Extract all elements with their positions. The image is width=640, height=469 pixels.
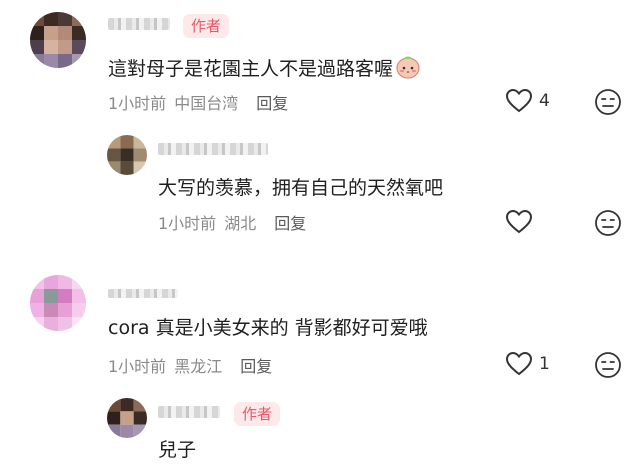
heart-outline-icon xyxy=(505,209,533,234)
comment-time: 1小时前 xyxy=(108,94,167,113)
dislike-button[interactable] xyxy=(594,209,622,241)
comment-text[interactable]: cora 真是小美女来的 背影都好可爱哦 xyxy=(108,315,428,341)
author-badge: 作者 xyxy=(234,402,281,426)
username-blurred[interactable] xyxy=(108,18,170,30)
avatar[interactable] xyxy=(107,398,147,438)
comment-location: 黑龙江 xyxy=(174,357,223,376)
comment-meta: 1小时前 中国台湾 回复 xyxy=(108,90,296,114)
blushing-face-emoji xyxy=(395,55,421,86)
comment-time: 1小时前 xyxy=(158,214,217,233)
comment-text[interactable]: 這對母子是花園主人不是過路客喔 xyxy=(108,55,421,86)
comment-meta: 1小时前 湖北 回复 xyxy=(158,210,314,234)
comment-text[interactable]: 大写的羡慕，拥有自己的天然氧吧 xyxy=(158,175,443,201)
comment-text[interactable]: 兒子 xyxy=(158,437,196,463)
username-blurred[interactable] xyxy=(108,289,178,298)
dislike-face-icon xyxy=(595,210,621,236)
comment-time: 1小时前 xyxy=(108,357,167,376)
like-count: 4 xyxy=(539,91,550,111)
heart-outline-icon xyxy=(505,351,533,376)
username-blurred[interactable] xyxy=(158,143,268,155)
avatar[interactable] xyxy=(107,135,147,175)
avatar[interactable] xyxy=(30,12,86,68)
reply-item: 作者 兒子 xyxy=(0,390,640,469)
avatar-mosaic xyxy=(107,398,147,438)
comment-item: 作者 這對母子是花園主人不是過路客喔 1小时前 中国台湾 回复 4 xyxy=(0,0,640,125)
comment-location: 中国台湾 xyxy=(174,94,239,113)
avatar-mosaic xyxy=(30,275,86,331)
author-badge: 作者 xyxy=(183,14,230,38)
dislike-face-icon xyxy=(595,89,621,115)
avatar-mosaic xyxy=(107,135,147,175)
like-count: 1 xyxy=(539,354,550,374)
reply-button[interactable]: 回复 xyxy=(240,357,272,376)
like-button[interactable]: 4 xyxy=(505,88,550,114)
reply-button[interactable]: 回复 xyxy=(274,214,306,233)
dislike-button[interactable] xyxy=(594,351,622,383)
dislike-face-icon xyxy=(595,352,621,378)
like-button[interactable]: 1 xyxy=(505,351,550,377)
comment-location: 湖北 xyxy=(224,214,257,233)
like-button[interactable] xyxy=(505,209,533,235)
avatar[interactable] xyxy=(30,275,86,331)
heart-outline-icon xyxy=(505,88,533,113)
comment-meta: 1小时前 黑龙江 回复 xyxy=(108,353,280,377)
avatar-mosaic xyxy=(30,12,86,68)
comment-item: cora 真是小美女来的 背影都好可爱哦 1小时前 黑龙江 回复 1 xyxy=(0,265,640,385)
comment-text-content: 這對母子是花園主人不是過路客喔 xyxy=(108,58,394,80)
username-blurred[interactable] xyxy=(158,406,220,418)
reply-button[interactable]: 回复 xyxy=(256,94,288,113)
dislike-button[interactable] xyxy=(594,88,622,120)
reply-item: 大写的羡慕，拥有自己的天然氧吧 1小时前 湖北 回复 xyxy=(0,125,640,255)
